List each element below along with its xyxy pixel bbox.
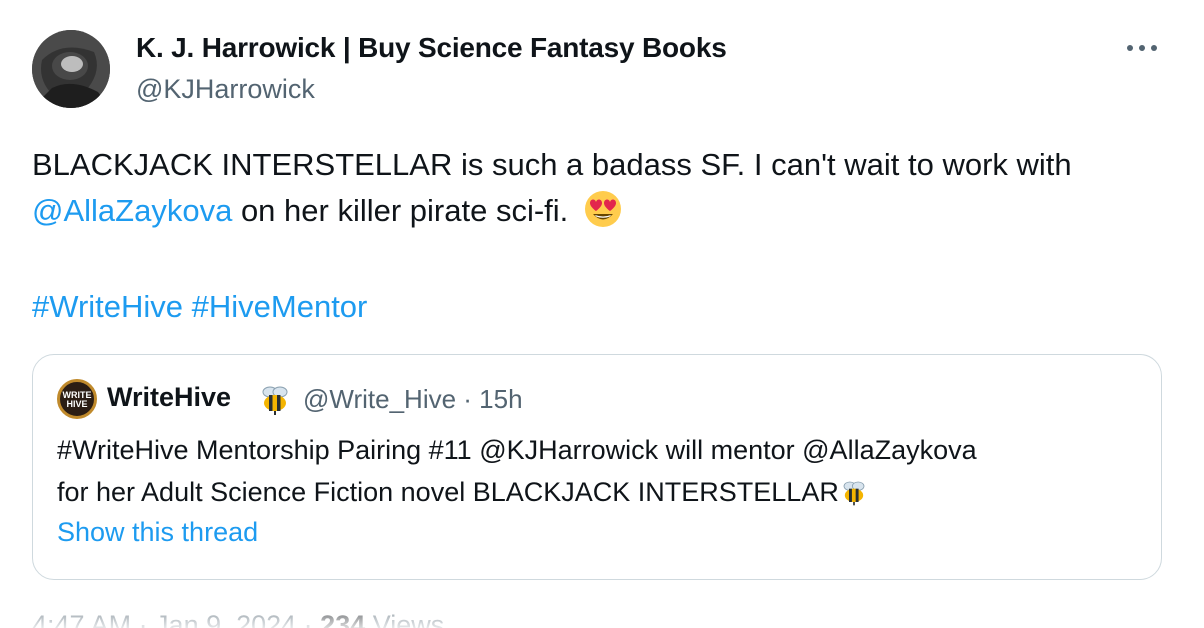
bee-inline-icon <box>843 481 865 506</box>
quoted-tweet-text: #WriteHive Mentorship Pairing #11 @KJHar… <box>57 429 977 513</box>
tweet-text-line-2: @AllaZaykova on her killer pirate sci-fi… <box>32 188 1182 234</box>
quoted-text-line-2: for her Adult Science Fiction novel BLAC… <box>57 471 977 513</box>
hashtag-links[interactable]: #WriteHive #HiveMentor <box>32 284 367 330</box>
views-count: 234 <box>320 610 366 628</box>
quoted-tweet-card[interactable]: WRITE HIVE WriteHive @Write_Hive · 15h #… <box>32 354 1162 580</box>
views-label: Views <box>365 610 445 628</box>
profile-photo-icon <box>32 30 110 108</box>
more-options-icon[interactable] <box>1122 36 1162 60</box>
tweet-text-line-1: BLACKJACK INTERSTELLAR is such a badass … <box>32 147 1072 182</box>
tweet-timestamp[interactable]: 4:47 AM · Jan 9, 2024 · 234 Views <box>32 610 444 628</box>
tweet-text: BLACKJACK INTERSTELLAR is such a badass … <box>32 142 1182 234</box>
tweet: K. J. Harrowick | Buy Science Fantasy Bo… <box>0 0 1204 628</box>
mention-link[interactable]: @AllaZaykova <box>32 193 232 228</box>
bee-icon <box>262 386 288 415</box>
quoted-author-avatar[interactable]: WRITE HIVE <box>57 379 97 419</box>
author-handle[interactable]: @KJHarrowick <box>136 74 315 105</box>
quoted-handle-time[interactable]: @Write_Hive · 15h <box>303 384 523 415</box>
time-date[interactable]: 4:47 AM · Jan 9, 2024 · <box>32 610 320 628</box>
heart-eyes-emoji-icon <box>584 191 621 227</box>
show-thread-link[interactable]: Show this thread <box>57 517 258 548</box>
quoted-author-name[interactable]: WriteHive <box>107 382 231 413</box>
author-display-name[interactable]: K. J. Harrowick | Buy Science Fantasy Bo… <box>136 32 727 64</box>
quoted-text-line-2-text: for her Adult Science Fiction novel BLAC… <box>57 477 839 507</box>
quoted-text-line-1: #WriteHive Mentorship Pairing #11 @KJHar… <box>57 435 977 465</box>
author-avatar[interactable] <box>32 30 110 108</box>
tweet-text-continuation: on her killer pirate sci-fi. <box>232 193 577 228</box>
